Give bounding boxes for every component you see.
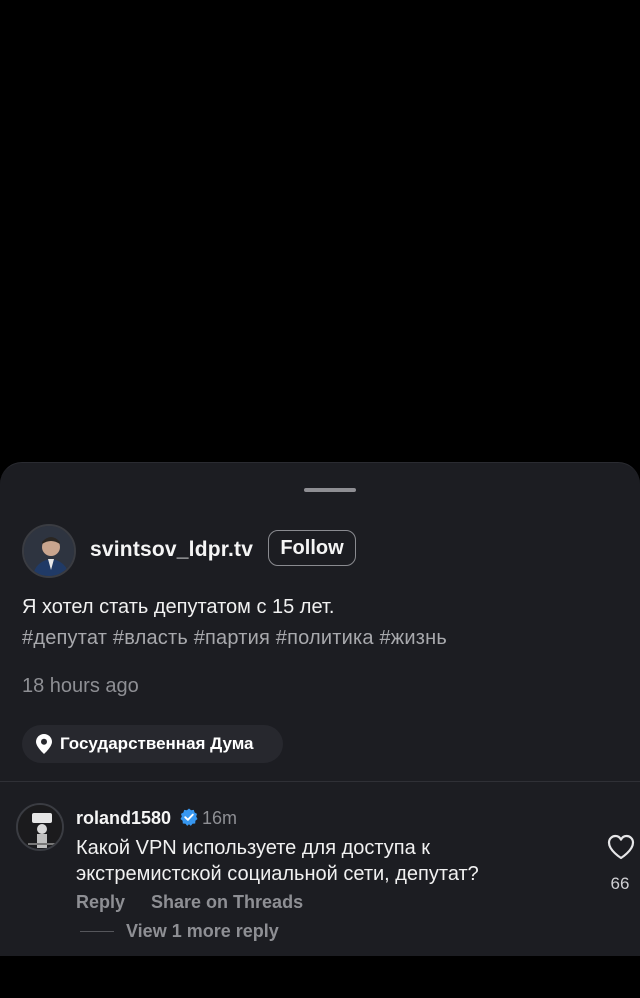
view-more-replies-button[interactable]: View 1 more reply [126, 921, 279, 942]
comment-text: Какой VPN используете для доступа к экст… [76, 835, 556, 887]
location-label: Государственная Дума [60, 734, 254, 753]
post-timestamp: 18 hours ago [22, 675, 139, 697]
follow-button[interactable]: Follow [268, 530, 356, 566]
replies-connector-line [80, 931, 114, 932]
reply-button[interactable]: Reply [76, 892, 125, 913]
post-details-sheet: svintsov_ldpr.tv Follow Я хотел стать де… [0, 462, 640, 957]
comment-text-line: экстремистской социальной сети, депутат? [76, 863, 479, 885]
post-caption: Я хотел стать депутатом с 15 лет. [22, 596, 335, 618]
sheet-drag-handle[interactable] [304, 488, 356, 492]
comment-text-line: Какой VPN используете для доступа к [76, 837, 431, 859]
like-count: 66 [610, 874, 630, 893]
bottom-edge [0, 956, 640, 998]
commenter-avatar[interactable] [16, 803, 64, 851]
share-on-threads-button[interactable]: Share on Threads [151, 892, 303, 913]
heart-outline-icon[interactable] [607, 834, 635, 860]
comment-actions: Reply Share on Threads [76, 892, 303, 913]
post-hashtags[interactable]: #депутат #власть #партия #политика #жизн… [22, 627, 447, 650]
location-chip[interactable]: Государственная Дума [22, 725, 283, 763]
media-backdrop [0, 0, 640, 462]
author-avatar[interactable] [22, 524, 76, 578]
section-divider [0, 781, 640, 782]
commenter-username[interactable]: roland1580 [76, 808, 171, 829]
verified-badge-icon [180, 808, 198, 826]
location-pin-icon [36, 734, 52, 754]
comment-timestamp: 16m [202, 808, 238, 828]
author-username[interactable]: svintsov_ldpr.tv [90, 538, 253, 562]
